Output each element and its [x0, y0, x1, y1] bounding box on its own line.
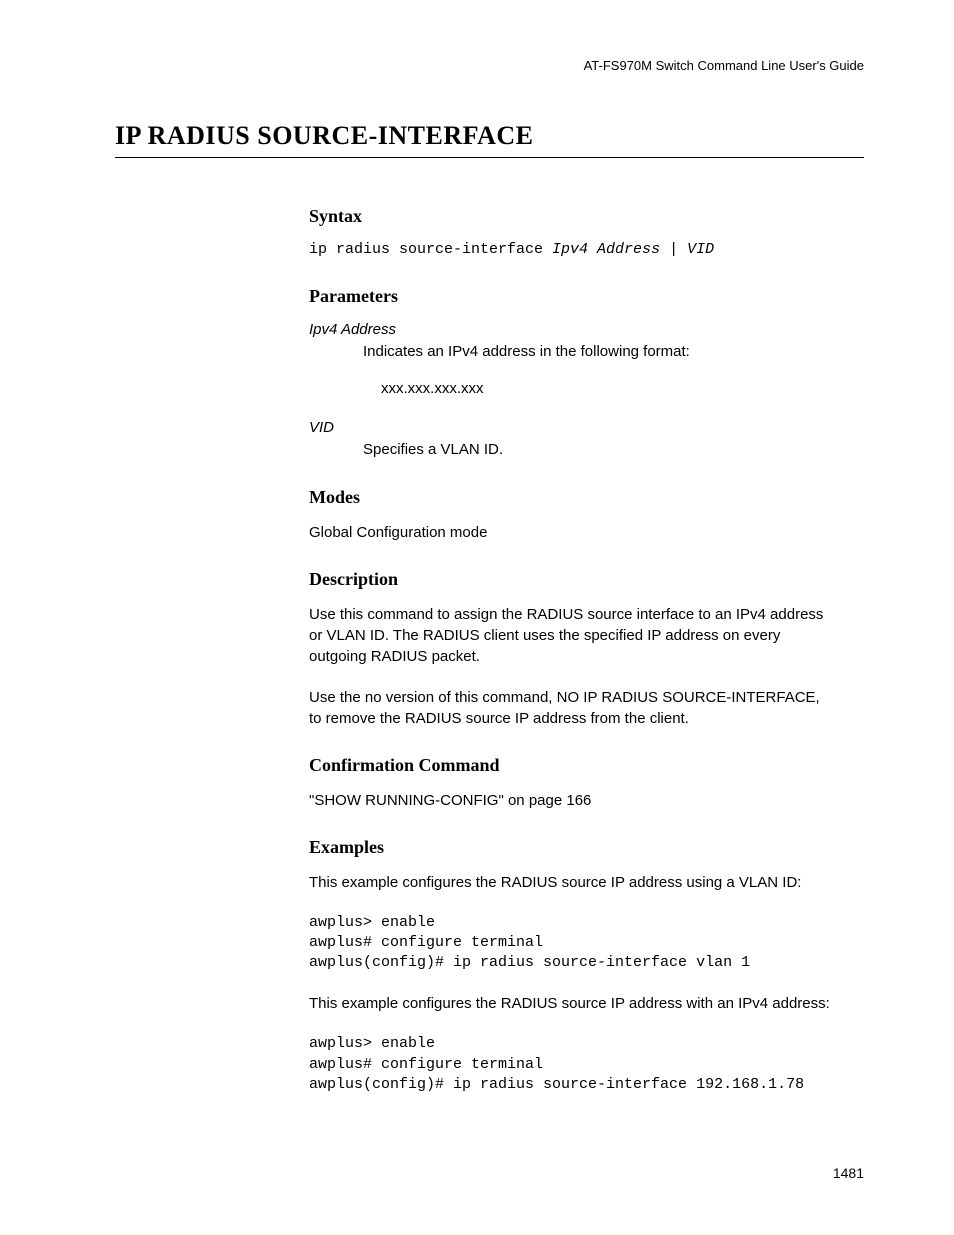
example2-intro: This example configures the RADIUS sourc… — [309, 993, 834, 1014]
syntax-param1: Ipv4 Address — [552, 241, 660, 258]
command-title: IP RADIUS SOURCE-INTERFACE — [115, 121, 864, 158]
param-ipv4-format: xxx.xxx.xxx.xxx — [381, 380, 834, 397]
example2-code: awplus> enable awplus# configure termina… — [309, 1034, 834, 1095]
param-ipv4-name: Ipv4 Address — [309, 321, 834, 338]
description-para1: Use this command to assign the RADIUS so… — [309, 604, 834, 667]
syntax-param2: VID — [687, 241, 714, 258]
syntax-heading: Syntax — [309, 206, 834, 227]
modes-heading: Modes — [309, 487, 834, 508]
confirmation-heading: Confirmation Command — [309, 755, 834, 776]
description-heading: Description — [309, 569, 834, 590]
examples-heading: Examples — [309, 837, 834, 858]
example1-code: awplus> enable awplus# configure termina… — [309, 913, 834, 974]
page-number: 1481 — [833, 1165, 864, 1181]
content-body: Syntax ip radius source-interface Ipv4 A… — [309, 206, 834, 1095]
syntax-command: ip radius source-interface — [309, 241, 552, 258]
modes-text: Global Configuration mode — [309, 522, 834, 543]
param-vid-desc: Specifies a VLAN ID. — [363, 440, 834, 460]
param-vid-name: VID — [309, 419, 834, 436]
confirmation-text: "SHOW RUNNING-CONFIG" on page 166 — [309, 790, 834, 811]
page-header: AT-FS970M Switch Command Line User's Gui… — [115, 58, 864, 73]
example1-intro: This example configures the RADIUS sourc… — [309, 872, 834, 893]
syntax-command-line: ip radius source-interface Ipv4 Address … — [309, 241, 834, 258]
parameters-heading: Parameters — [309, 286, 834, 307]
param-ipv4-desc: Indicates an IPv4 address in the followi… — [363, 342, 834, 362]
syntax-separator: | — [660, 241, 687, 258]
description-para2: Use the no version of this command, NO I… — [309, 687, 834, 729]
